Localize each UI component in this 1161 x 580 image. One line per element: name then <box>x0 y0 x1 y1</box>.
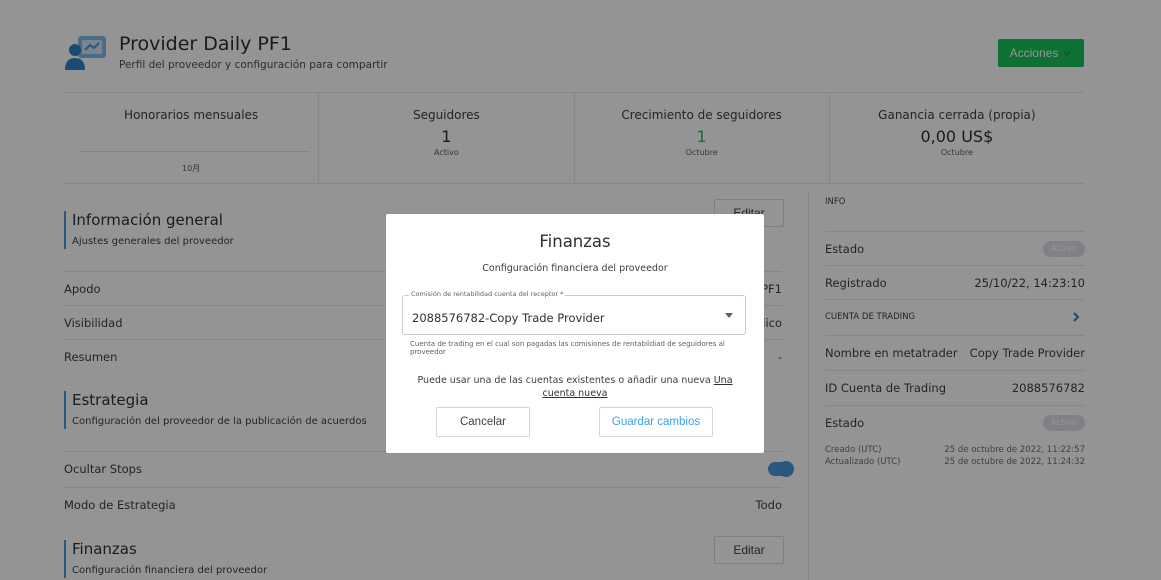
receiver-account-select[interactable]: Comisión de rentabilidad cuenta del rece… <box>402 290 746 335</box>
select-value: 2088576782-Copy Trade Provider <box>412 311 605 325</box>
finance-dialog: Finanzas Configuración financiera del pr… <box>386 214 764 453</box>
dialog-note: Puede usar una de las cuentas existentes… <box>406 374 744 400</box>
dialog-subtitle: Configuración financiera del proveedor <box>482 263 668 274</box>
cancel-button[interactable]: Cancelar <box>436 407 530 437</box>
note-text: Puede usar una de las cuentas existentes… <box>417 375 711 386</box>
select-helper-text: Cuenta de trading en el cual son pagadas… <box>410 340 725 356</box>
dialog-title: Finanzas <box>539 232 611 251</box>
caret-down-icon[interactable] <box>725 313 733 318</box>
save-changes-button[interactable]: Guardar cambios <box>599 407 713 437</box>
select-legend: Comisión de rentabilidad cuenta del rece… <box>409 290 566 298</box>
